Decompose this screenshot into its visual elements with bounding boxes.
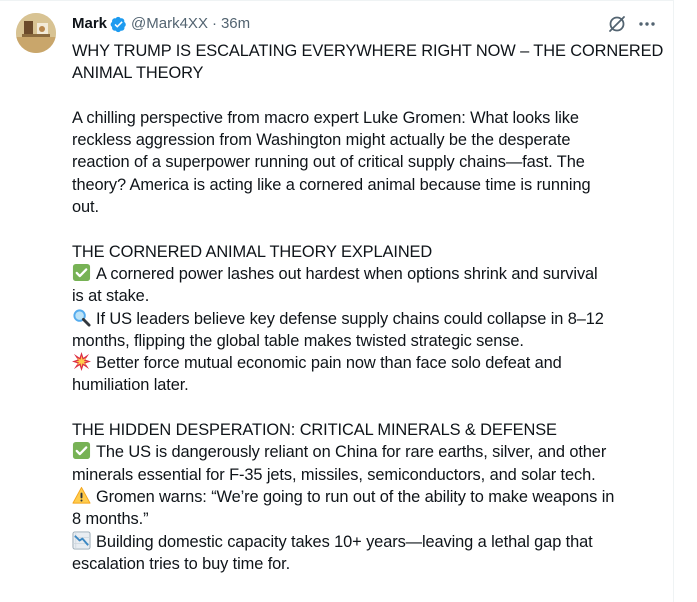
- timestamp[interactable]: 36m: [221, 14, 250, 34]
- tweet-text: WHY TRUMP IS ESCALATING EVERYWHERE RIGHT…: [72, 40, 664, 575]
- intro-line: reaction of a superpower running out of …: [72, 153, 585, 172]
- tweet-title-line: WHY TRUMP IS ESCALATING EVERYWHERE RIGHT…: [72, 42, 664, 60]
- bullet-line: The US is dangerously reliant on China f…: [72, 441, 664, 463]
- header-actions: [607, 14, 657, 34]
- bullet-line: is at stake.: [72, 287, 150, 306]
- collision-emoji-icon: [72, 352, 91, 372]
- more-button[interactable]: [637, 14, 657, 34]
- intro-line: A chilling perspective from macro expert…: [72, 108, 579, 127]
- grok-button[interactable]: [607, 14, 627, 34]
- top-divider: [0, 0, 674, 1]
- check-mark-emoji-icon: [72, 263, 91, 282]
- bullet-line: minerals essential for F-35 jets, missil…: [72, 465, 596, 484]
- bullet-line: Building domestic capacity takes 10+ yea…: [72, 531, 664, 553]
- verified-badge-icon: [110, 16, 126, 32]
- more-icon: [639, 22, 655, 26]
- section-heading: THE HIDDEN DESPERATION: CRITICAL MINERAL…: [72, 421, 557, 440]
- grok-icon: [609, 16, 625, 32]
- magnifier-emoji-icon: [73, 308, 91, 327]
- intro-line: theory? America is acting like a cornere…: [72, 175, 591, 194]
- bullet-line: If US leaders believe key defense supply…: [72, 308, 664, 330]
- warning-emoji-icon: [72, 486, 91, 504]
- section-heading: THE CORNERED ANIMAL THEORY EXPLAINED: [72, 242, 433, 261]
- bullet-line: Better force mutual economic pain now th…: [72, 352, 664, 374]
- bullet-line: escalation tries to buy time for.: [72, 554, 291, 573]
- tweet-title-line: ANIMAL THEORY: [72, 64, 204, 83]
- author-name[interactable]: Mark: [72, 14, 107, 34]
- tweet-header: Mark @Mark4XX · 36m: [72, 13, 250, 35]
- bullet-line: humiliation later.: [72, 376, 189, 395]
- intro-line: reckless aggression from Washington migh…: [72, 131, 571, 150]
- intro-line: out.: [72, 198, 99, 217]
- author-handle[interactable]: @Mark4XX: [131, 14, 208, 34]
- bullet-line: 8 months.”: [72, 510, 149, 529]
- bullet-line: Gromen warns: “We’re going to run out of…: [72, 486, 664, 508]
- bullet-line: months, flipping the global table makes …: [72, 331, 524, 350]
- separator-dot: ·: [211, 15, 217, 32]
- avatar[interactable]: [16, 13, 56, 53]
- avatar-image: [16, 13, 56, 53]
- bullet-line: A cornered power lashes out hardest when…: [72, 263, 664, 285]
- chart-decreasing-emoji-icon: [72, 531, 91, 550]
- check-mark-emoji-icon: [72, 442, 91, 460]
- column-border: [673, 0, 674, 602]
